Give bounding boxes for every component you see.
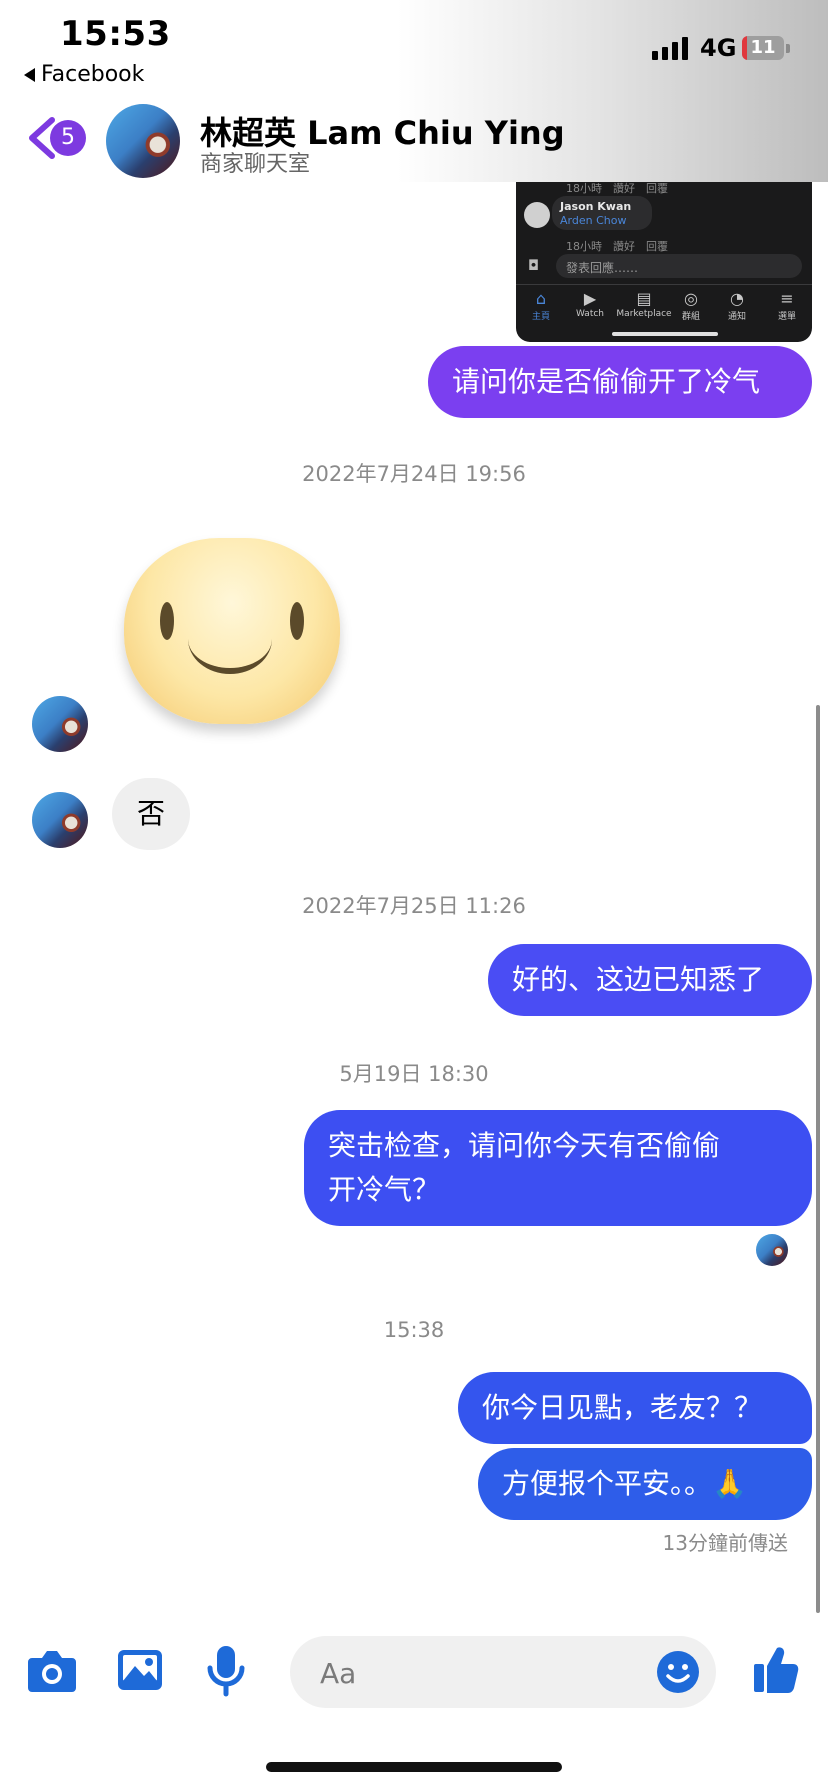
sticker-left-eye: [160, 602, 174, 640]
embed-play-icon: ▶: [583, 289, 597, 308]
embed-store-icon: ▤: [636, 289, 652, 308]
chat-header: 5 林超英 Lam Chiu Ying 商家聊天室: [0, 96, 828, 182]
embed-tab-menu: ≡ 選單: [762, 289, 812, 322]
sticker-mouth: [188, 604, 272, 674]
embed-meta-top: 18小時 讚好 回覆: [566, 182, 668, 195]
timestamp: 2022年7月24日 19:56: [302, 462, 526, 486]
shared-screenshot-image[interactable]: 18小時 讚好 回覆 Jason Kwan Arden Chow 18小時 讚好…: [516, 182, 812, 342]
back-triangle-icon: [24, 67, 35, 82]
message-line: 突击检查，请问你今天有否偷偷: [328, 1129, 721, 1162]
read-receipt-avatar: [756, 1234, 788, 1266]
contact-avatar-small[interactable]: [32, 696, 88, 752]
timestamp: 15:38: [383, 1318, 445, 1342]
signal-icon: [652, 36, 688, 60]
message-outgoing[interactable]: 请问你是否偷偷开了冷气: [428, 346, 812, 418]
timestamp: 5月19日 18:30: [339, 1062, 489, 1086]
sent-status: 13分鐘前傳送: [662, 1531, 788, 1555]
message-input[interactable]: [318, 1636, 622, 1710]
embed-bell-icon: ◔: [730, 289, 744, 308]
emoji-icon[interactable]: [656, 1650, 700, 1694]
embed-camera-icon: ◘: [528, 258, 540, 274]
embed-tab-groups: ◎ 群組: [666, 289, 716, 322]
embed-home-icon: ⌂: [535, 289, 547, 308]
message-incoming[interactable]: 否: [112, 778, 190, 850]
message-outgoing[interactable]: 突击检查，请问你今天有否偷偷 开冷气？: [304, 1110, 812, 1226]
embed-tab-home: ⌂ 主頁: [516, 289, 566, 322]
message-composer[interactable]: [290, 1636, 716, 1710]
embed-menu-icon: ≡: [780, 289, 794, 308]
back-to-app-link[interactable]: Facebook: [24, 62, 144, 87]
contact-avatar-small[interactable]: [32, 792, 88, 848]
like-thumbs-up-icon[interactable]: [752, 1644, 800, 1694]
sticker-right-eye: [290, 602, 304, 640]
message-outgoing[interactable]: 好的、这边已知悉了: [488, 944, 812, 1016]
home-indicator: [266, 1762, 562, 1772]
embed-reply-placeholder: 發表回應……: [566, 261, 639, 275]
unread-badge[interactable]: 5: [50, 120, 86, 156]
smiley-sticker[interactable]: [124, 538, 340, 724]
photo-gallery-icon[interactable]: [116, 1648, 164, 1692]
message-outgoing[interactable]: 方便报个平安。。🙏: [478, 1448, 812, 1520]
network-type: 4G: [700, 34, 737, 62]
timestamp: 2022年7月25日 11:26: [302, 894, 526, 918]
message-outgoing[interactable]: 你今日见點，老友？？: [458, 1372, 812, 1444]
embed-commenter-avatar: [524, 202, 550, 228]
status-time: 15:53: [60, 14, 171, 54]
embed-tab-watch: ▶ Watch: [565, 289, 615, 319]
contact-avatar[interactable]: [106, 104, 180, 178]
battery-level: 11: [750, 37, 776, 58]
embed-tab-bar: ⌂ 主頁 ▶ Watch ▤ Marketplace ◎ 群組 ◔ 通知 ≡ 選單: [516, 284, 812, 329]
embed-tab-marketplace: ▤ Marketplace: [614, 289, 674, 319]
battery-icon: 11: [742, 36, 784, 60]
scrollbar[interactable]: [816, 705, 820, 1613]
message-line: 开冷气？: [328, 1173, 441, 1206]
embed-home-indicator: [612, 332, 718, 336]
contact-subtitle: 商家聊天室: [200, 152, 311, 177]
battery-cap: [786, 44, 790, 53]
microphone-icon[interactable]: [206, 1644, 246, 1698]
embed-groups-icon: ◎: [684, 289, 698, 308]
embed-meta-bottom: 18小時 讚好 回覆: [566, 240, 668, 253]
embed-comment-tag: Arden Chow: [560, 214, 627, 227]
embed-commenter-name: Jason Kwan: [560, 200, 632, 213]
back-app-label: Facebook: [41, 62, 145, 87]
camera-icon[interactable]: [26, 1648, 78, 1694]
embed-tab-notifications: ◔ 通知: [712, 289, 762, 322]
